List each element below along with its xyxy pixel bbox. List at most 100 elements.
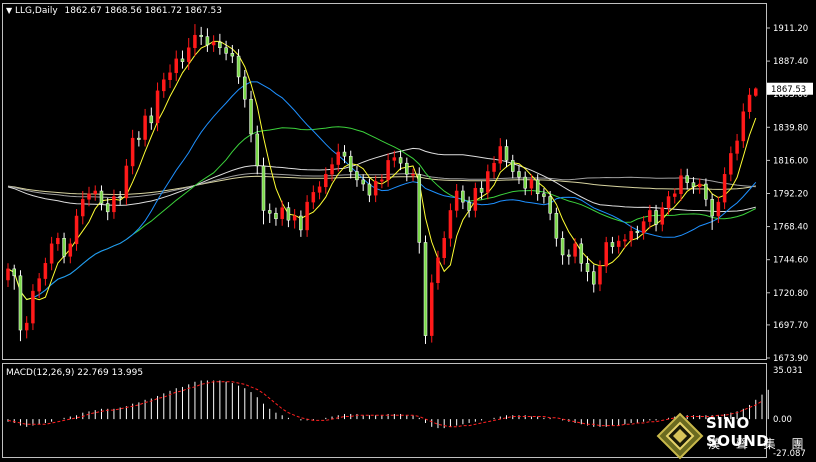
candle [137,131,141,147]
candle [741,103,746,148]
candle [361,174,365,191]
candle-body [423,242,428,336]
candle-body [398,157,403,164]
candle [93,185,97,201]
candle-body [679,175,683,195]
candle-body [510,160,515,172]
candle-body [162,79,166,92]
candle [255,125,260,175]
candle [267,203,272,223]
candle-body [429,282,434,336]
candle [243,69,247,108]
candle-body [361,179,365,185]
candle [691,177,696,194]
candle [168,64,172,89]
candle-body [199,34,203,37]
candle [62,232,66,264]
candle-body [118,196,122,199]
price-chart[interactable]: 1911.201887.401863.601839.801816.001792.… [0,0,816,462]
candle [673,188,677,204]
candle [292,209,297,229]
collapse-arrow-icon[interactable]: ▼ [6,6,12,15]
candle-body [336,151,341,165]
candle [442,231,446,265]
candle-body [43,263,48,279]
candle [81,190,85,225]
candle-body [324,174,328,188]
candle-body [542,193,546,197]
current-price-label: 1867.53 [771,85,806,95]
candle [405,157,409,182]
candle-body [174,58,178,74]
candle-body [267,210,272,214]
candle-body [498,146,503,164]
candle-body [24,322,29,331]
candle [87,186,91,207]
candle-body [436,257,440,284]
candle [130,129,135,175]
price-tick-label: 1768.40 [773,223,808,233]
candle [417,167,422,254]
candle-body [311,192,316,203]
candle-body [735,140,739,154]
candle [367,178,372,203]
candle-body [130,137,135,167]
candle-body [697,183,702,188]
price-tick-label: 1720.80 [773,289,808,299]
chart-window: 1911.20 1887.40 1863.60 1839.80 1816.00 1792.… [0,0,816,462]
candle [373,175,378,203]
candle-body [579,243,584,264]
price-tick-label: 1673.90 [773,354,808,364]
candle [124,158,129,205]
candle [641,216,646,240]
candle-body [186,47,191,62]
candle-body [224,47,228,54]
candle [205,28,210,52]
candle-body [31,290,35,324]
candle [199,26,203,45]
candle [735,133,739,161]
candle-body [616,240,621,247]
candle [49,236,54,271]
candle-body [673,193,677,197]
candle-body [286,207,291,221]
candle [473,182,478,218]
candle-body [49,243,54,264]
diamond-logo-icon [656,412,704,460]
candle [105,197,110,221]
candle-body [99,190,104,204]
candle-body [523,176,527,189]
candle-body [623,239,627,242]
candle [386,153,390,187]
price-tick-label: 1839.80 [773,123,808,133]
candle [380,174,384,189]
price-axis: 1911.201887.401863.601839.801816.001792.… [766,24,808,364]
candle-body [747,94,752,112]
candle [654,204,658,232]
candle [411,168,415,182]
candle-body [386,160,390,181]
candle-body [137,137,141,140]
candle [74,209,79,251]
candle-body [567,254,571,257]
candle-body [691,182,696,188]
candle [317,181,322,200]
candle-body [68,243,73,257]
candle [324,167,328,194]
candle [68,238,73,264]
candle-body [610,242,615,247]
candle-body [486,171,490,193]
candle-body [454,190,459,211]
candle-body [155,90,160,124]
candle-body [236,55,241,78]
candle-body [417,174,422,243]
candle [286,202,291,228]
candle-body [348,155,353,172]
candle [629,225,633,247]
candle [224,40,228,61]
candle-body [180,58,185,62]
candle-body [18,275,23,331]
ma-line-green [7,126,757,301]
candle-body [274,212,278,220]
price-panel-frame [2,3,767,360]
